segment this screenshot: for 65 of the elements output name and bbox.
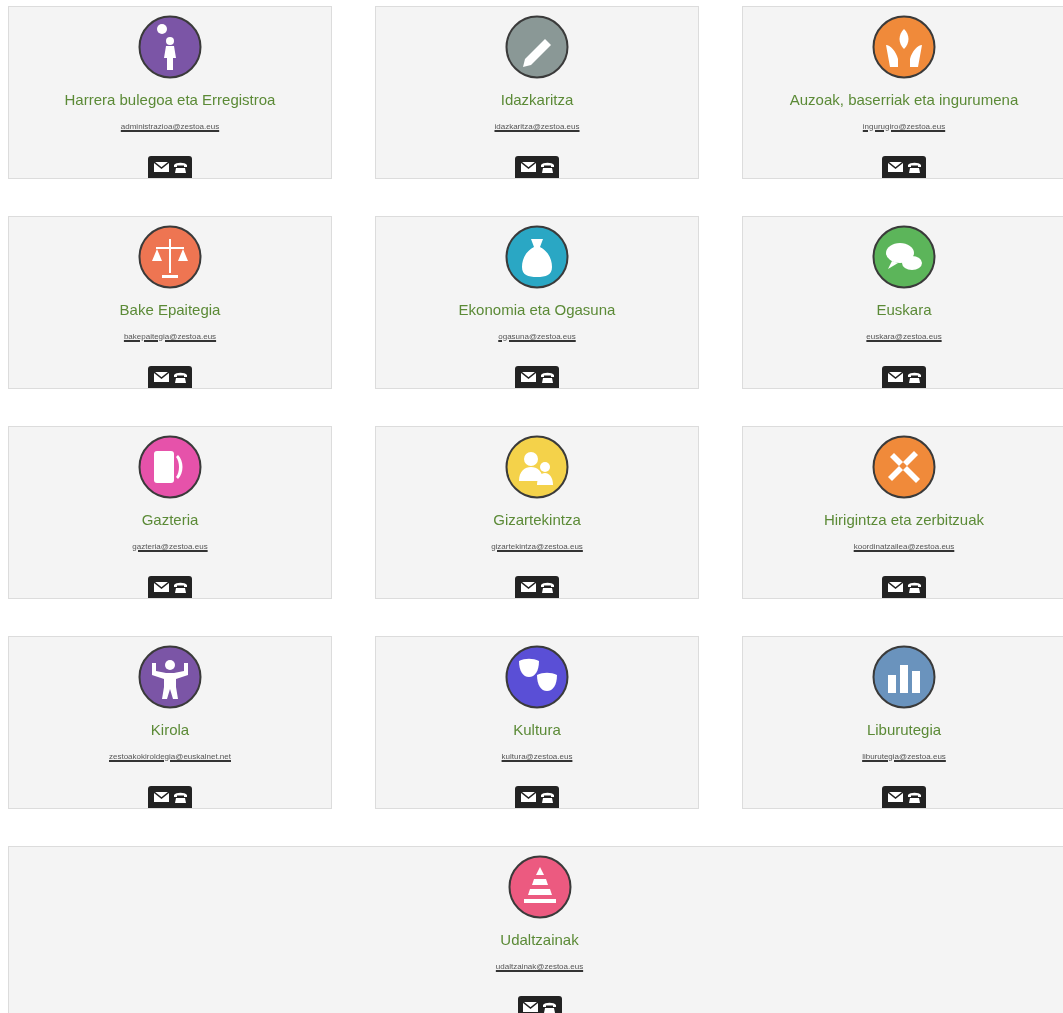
phone-icon[interactable]: [173, 161, 187, 173]
phone-icon[interactable]: [173, 791, 187, 803]
phone-icon[interactable]: [540, 581, 554, 593]
envelope-icon[interactable]: [523, 1002, 538, 1012]
contact-buttons[interactable]: [882, 156, 926, 178]
email-link[interactable]: gizartekintza@zestoa.eus: [491, 541, 583, 552]
phone-icon[interactable]: [540, 791, 554, 803]
department-title: Gizartekintza: [493, 511, 581, 529]
envelope-icon[interactable]: [520, 162, 536, 172]
contact-buttons[interactable]: [148, 366, 192, 388]
contact-buttons[interactable]: [517, 996, 562, 1013]
email-link[interactable]: udaltzainak@zestoa.eus: [495, 961, 584, 972]
contact-buttons[interactable]: [882, 366, 926, 388]
envelope-icon[interactable]: [153, 792, 169, 802]
email-link[interactable]: kultura@zestoa.eus: [501, 751, 573, 762]
envelope-icon[interactable]: [153, 372, 169, 382]
contact-buttons[interactable]: [148, 156, 192, 178]
contact-buttons[interactable]: [148, 786, 192, 808]
email-link[interactable]: euskara@zestoa.eus: [866, 331, 942, 342]
email-link[interactable]: zestoakokiroldegia@euskalnet.net: [109, 751, 231, 762]
envelope-icon[interactable]: [887, 162, 903, 172]
contact-buttons[interactable]: [515, 366, 559, 388]
department-title: Liburutegia: [866, 721, 942, 739]
email-link[interactable]: ogasuna@zestoa.eus: [498, 331, 576, 342]
phone-icon[interactable]: [540, 371, 554, 383]
email-link[interactable]: bakepaitegia@zestoa.eus: [123, 331, 217, 342]
department-title: Ekonomia eta Ogasuna: [458, 301, 616, 319]
department-title: Harrera bulegoa eta Erregistroa: [64, 91, 276, 109]
phone-icon[interactable]: [173, 371, 187, 383]
contact-buttons[interactable]: [515, 156, 559, 178]
envelope-icon[interactable]: [520, 582, 536, 592]
phone-icon[interactable]: [907, 791, 921, 803]
email-link[interactable]: ingurugiro@zestoa.eus: [862, 121, 946, 132]
email-link[interactable]: gazteria@zestoa.eus: [132, 541, 208, 552]
email-link[interactable]: idazkaritza@zestoa.eus: [494, 121, 580, 132]
department-title: Idazkaritza: [500, 91, 574, 109]
contact-buttons[interactable]: [515, 576, 559, 598]
phone-icon[interactable]: [907, 371, 921, 383]
department-title: Kirola: [150, 721, 190, 739]
phone-icon[interactable]: [543, 1001, 556, 1013]
email-link[interactable]: administrazioa@zestoa.eus: [120, 121, 220, 132]
email-link[interactable]: koordinatzailea@zestoa.eus: [853, 541, 955, 552]
department-title: Gazteria: [141, 511, 199, 529]
envelope-icon[interactable]: [520, 792, 536, 802]
email-link[interactable]: liburutegia@zestoa.eus: [862, 751, 946, 762]
department-title: Hirigintza eta zerbitzuak: [823, 511, 985, 529]
contact-buttons[interactable]: [515, 786, 559, 808]
phone-icon[interactable]: [173, 581, 187, 593]
contact-buttons[interactable]: [148, 576, 192, 598]
contact-buttons[interactable]: [882, 786, 926, 808]
department-title: Auzoak, baserriak eta ingurumena: [789, 91, 1019, 109]
envelope-icon[interactable]: [153, 582, 169, 592]
department-title: Bake Epaitegia: [119, 301, 221, 319]
envelope-icon[interactable]: [887, 582, 903, 592]
envelope-icon[interactable]: [887, 372, 903, 382]
phone-icon[interactable]: [540, 161, 554, 173]
department-title: Udaltzainak: [500, 931, 579, 949]
contact-buttons[interactable]: [882, 576, 926, 598]
phone-icon[interactable]: [907, 161, 921, 173]
envelope-icon[interactable]: [520, 372, 536, 382]
department-title: Euskara: [876, 301, 932, 319]
department-title: Kultura: [513, 721, 561, 739]
phone-icon[interactable]: [907, 581, 921, 593]
envelope-icon[interactable]: [153, 162, 169, 172]
envelope-icon[interactable]: [887, 792, 903, 802]
